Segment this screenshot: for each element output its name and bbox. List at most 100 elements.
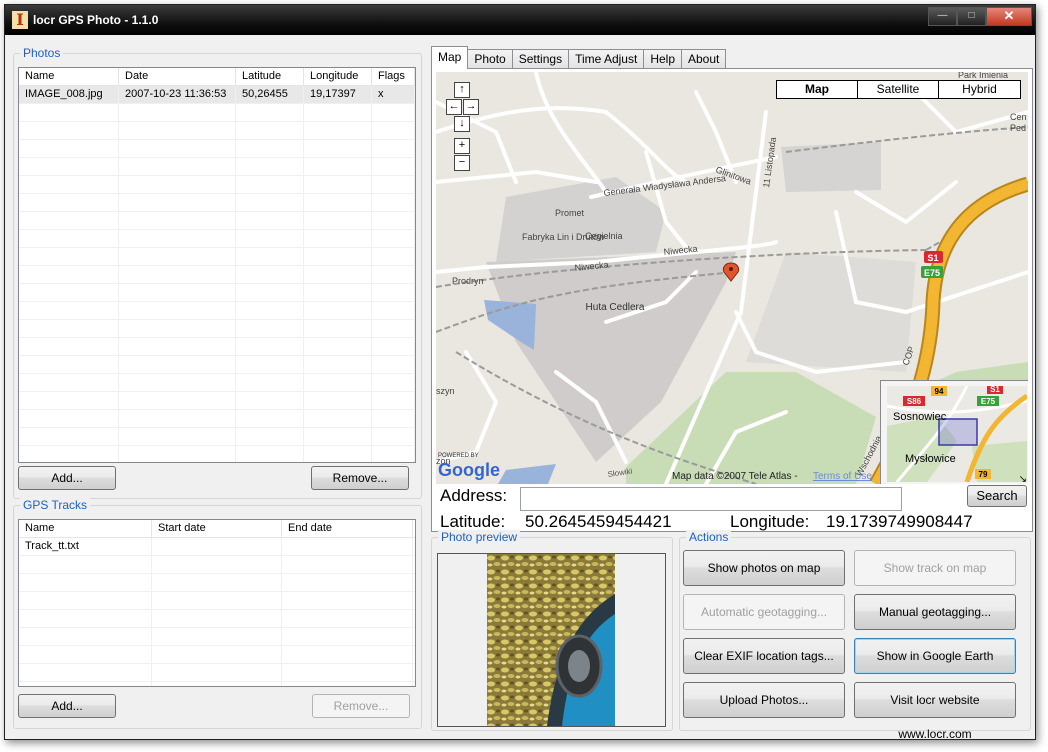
empty-row <box>19 628 415 646</box>
tab-photo[interactable]: Photo <box>467 49 513 69</box>
latitude-label: Latitude: <box>440 512 506 531</box>
powered-by-label: POWERED BY <box>438 453 479 459</box>
tab-settings[interactable]: Settings <box>511 49 570 69</box>
search-button[interactable]: Search <box>967 485 1027 507</box>
photo-longitude: 19,17397 <box>304 86 372 103</box>
tab-about[interactable]: About <box>681 49 727 69</box>
empty-row <box>19 392 415 410</box>
track-end <box>282 538 413 555</box>
map-tab-panel: Huta Cedlera Promet Fabryka Lin i Drutów… <box>431 68 1033 532</box>
minimize-button[interactable]: — <box>928 7 957 26</box>
overview-minimap[interactable]: 94 S1 S86 E75 79 Sosnowiec Mysłowice ↘ <box>880 380 1028 484</box>
zoom-in-button[interactable]: + <box>454 138 470 154</box>
longitude-value: 19.1739749908447 <box>826 512 973 531</box>
tab-map[interactable]: Map <box>431 46 469 69</box>
col-date[interactable]: Date <box>119 68 236 85</box>
automatic-geotagging-button[interactable]: Automatic geotagging... <box>683 594 845 630</box>
manual-geotagging-button[interactable]: Manual geotagging... <box>854 594 1016 630</box>
visit-locr-website-button[interactable]: Visit locr website www.locr.com <box>854 682 1016 741</box>
map-view[interactable]: Huta Cedlera Promet Fabryka Lin i Drutów… <box>436 72 1028 484</box>
address-input[interactable] <box>520 487 902 511</box>
tracks-remove-button[interactable]: Remove... <box>312 694 410 718</box>
empty-row <box>19 556 415 574</box>
table-row[interactable]: IMAGE_008.jpg 2007-10-23 11:36:53 50,264… <box>19 86 415 104</box>
col-longitude[interactable]: Longitude <box>304 68 372 85</box>
terms-link[interactable]: Terms of Use <box>813 471 872 482</box>
col-track-name[interactable]: Name <box>19 520 152 537</box>
tracks-add-button[interactable]: Add... <box>18 694 116 718</box>
show-in-google-earth-button[interactable]: Show in Google Earth <box>854 638 1016 674</box>
photo-preview-label: Photo preview <box>438 530 521 544</box>
table-row[interactable]: Track_tt.txt <box>19 538 415 556</box>
empty-row <box>19 266 415 284</box>
overview-road-s1: S1 <box>990 386 1000 394</box>
photos-add-button[interactable]: Add... <box>18 466 116 490</box>
maximize-button[interactable]: □ <box>957 7 986 26</box>
col-name[interactable]: Name <box>19 68 119 85</box>
app-icon: I <box>12 11 28 29</box>
empty-row <box>19 428 415 446</box>
empty-row <box>19 104 415 122</box>
label-prodryn: Prodryn <box>452 276 484 286</box>
pan-up-button[interactable]: ↑ <box>454 82 470 98</box>
overview-canvas: 94 S1 S86 E75 79 Sosnowiec Mysłowice <box>887 386 1027 482</box>
empty-row <box>19 320 415 338</box>
col-start-date[interactable]: Start date <box>152 520 282 537</box>
photos-list-header: Name Date Latitude Longitude Flags <box>19 68 415 86</box>
tab-help[interactable]: Help <box>643 49 682 69</box>
longitude-label: Longitude: <box>730 512 810 531</box>
overview-label-myslowice: Mysłowice <box>905 453 956 465</box>
empty-row <box>19 212 415 230</box>
overview-label-sosnowiec: Sosnowiec <box>893 411 947 423</box>
tab-time-adjust[interactable]: Time Adjust <box>568 49 645 69</box>
col-flags[interactable]: Flags <box>372 68 415 85</box>
col-latitude[interactable]: Latitude <box>236 68 304 85</box>
track-start <box>152 538 282 555</box>
photos-list[interactable]: Name Date Latitude Longitude Flags IMAGE… <box>18 67 416 463</box>
zoom-out-button[interactable]: − <box>454 155 470 171</box>
empty-row <box>19 284 415 302</box>
track-name: Track_tt.txt <box>19 538 152 555</box>
clear-exif-button[interactable]: Clear EXIF location tags... <box>683 638 845 674</box>
upload-photos-button[interactable]: Upload Photos... <box>683 682 845 718</box>
empty-row <box>19 446 415 462</box>
empty-row <box>19 646 415 664</box>
maptype-hybrid-button[interactable]: Hybrid <box>938 80 1021 99</box>
empty-row <box>19 374 415 392</box>
photo-thumbnail <box>487 554 615 726</box>
empty-row <box>19 194 415 212</box>
title-bar[interactable]: I locr GPS Photo - 1.1.0 — □ ✕ <box>5 5 1035 35</box>
photo-flags: x <box>372 86 415 103</box>
overview-road-94: 94 <box>935 387 944 396</box>
gps-tracks-list[interactable]: Name Start date End date Track_tt.txt <box>18 519 416 687</box>
label-park: Park Imienia <box>958 72 1008 80</box>
google-logo: Google <box>438 460 500 480</box>
map-attribution: Map data ©2007 Tele Atlas - <box>672 471 798 482</box>
empty-row <box>19 682 415 686</box>
overview-road-e75: E75 <box>981 397 996 406</box>
empty-row <box>19 176 415 194</box>
resize-corner-icon[interactable]: ↘ <box>1019 474 1027 484</box>
photo-latitude: 50,26455 <box>236 86 304 103</box>
pan-left-button[interactable]: ← <box>446 99 462 115</box>
overview-road-s86: S86 <box>907 397 922 406</box>
show-track-on-map-button[interactable]: Show track on map <box>854 550 1016 586</box>
empty-row <box>19 664 415 682</box>
empty-row <box>19 592 415 610</box>
overview-road-79: 79 <box>979 470 988 479</box>
empty-row <box>19 248 415 266</box>
show-photos-on-map-button[interactable]: Show photos on map <box>683 550 845 586</box>
pan-down-button[interactable]: ↓ <box>454 116 470 132</box>
close-button[interactable]: ✕ <box>986 7 1032 26</box>
pan-right-button[interactable]: → <box>463 99 479 115</box>
area-label: Huta Cedlera <box>586 302 645 313</box>
label-promet: Promet <box>555 208 585 218</box>
maptype-satellite-button[interactable]: Satellite <box>857 80 939 99</box>
maptype-map-button[interactable]: Map <box>776 80 858 99</box>
photo-name: IMAGE_008.jpg <box>19 86 119 103</box>
photos-remove-button[interactable]: Remove... <box>311 466 409 490</box>
route-shield-e75-label: E75 <box>924 268 940 278</box>
empty-row <box>19 158 415 176</box>
address-label: Address: <box>440 486 508 505</box>
col-end-date[interactable]: End date <box>282 520 413 537</box>
